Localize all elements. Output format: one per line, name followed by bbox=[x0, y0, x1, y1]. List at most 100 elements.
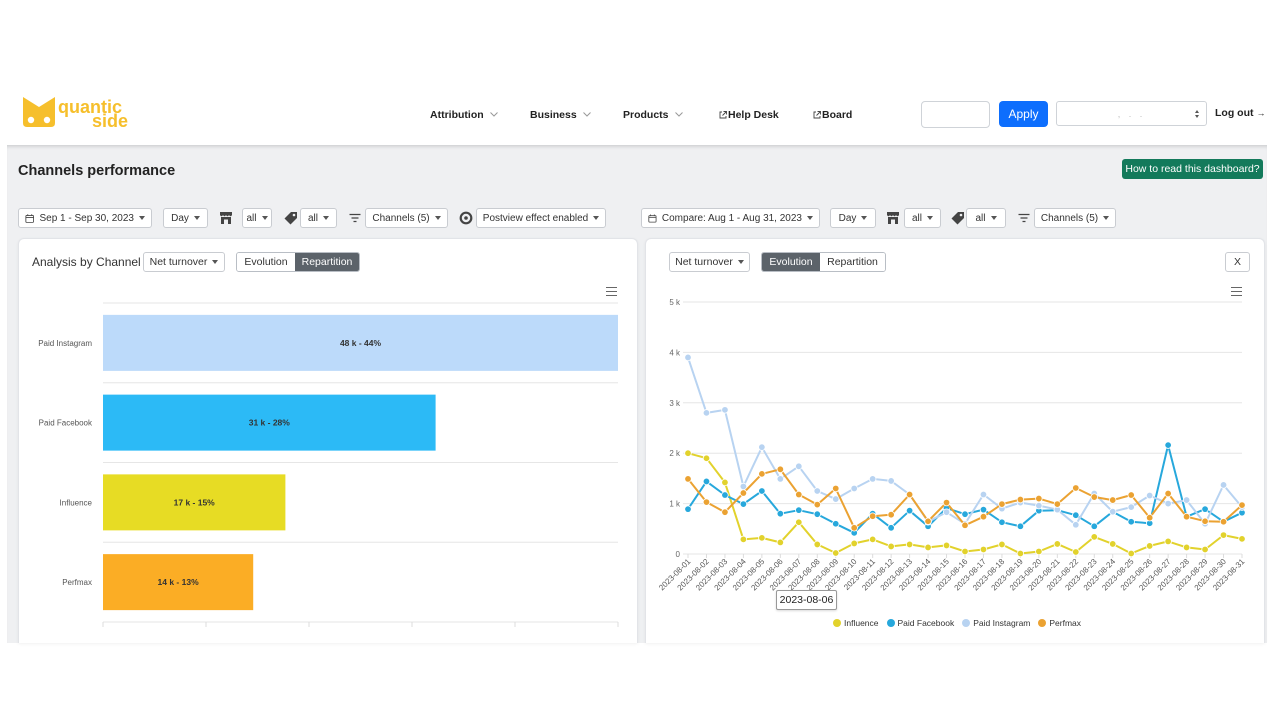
data-point-influence bbox=[1072, 548, 1080, 556]
legend-item-perfmax[interactable]: Perfmax bbox=[1038, 618, 1081, 628]
caret-down-icon bbox=[434, 216, 441, 220]
nav-board[interactable]: Board bbox=[813, 107, 852, 122]
nav-business[interactable]: Business bbox=[530, 107, 591, 122]
data-point-influence bbox=[961, 547, 969, 556]
channels-select[interactable]: Channels (5) bbox=[365, 208, 448, 228]
data-point-paid-instagram bbox=[1164, 499, 1172, 508]
data-point-paid-facebook bbox=[758, 487, 766, 495]
filter-icon bbox=[1018, 213, 1030, 223]
data-label: 31 k - 28% bbox=[249, 418, 291, 428]
data-point-influence bbox=[721, 478, 729, 487]
compare-date-range-label: Compare: Aug 1 - Aug 31, 2023 bbox=[661, 212, 802, 224]
data-point-influence bbox=[887, 542, 895, 551]
data-point-influence bbox=[998, 540, 1006, 549]
category-label: Perfmax bbox=[62, 578, 92, 587]
caret-down-icon bbox=[927, 216, 933, 220]
nav-products-label: Products bbox=[623, 108, 669, 121]
data-point-perfmax bbox=[721, 508, 729, 516]
data-point-paid-instagram bbox=[1219, 481, 1228, 489]
data-point-perfmax bbox=[702, 498, 711, 506]
arrow-right-icon: → bbox=[1256, 108, 1266, 118]
compare-channels-select[interactable]: Channels (5) bbox=[1034, 208, 1116, 228]
legend-item-paid-facebook[interactable]: Paid Facebook bbox=[886, 618, 954, 628]
compare-store-label: all bbox=[911, 212, 922, 224]
caret-down-icon bbox=[737, 260, 744, 264]
granularity-select[interactable]: Day bbox=[163, 208, 208, 228]
compare-view-toggle: Evolution Repartition bbox=[761, 252, 886, 272]
close-compare-button[interactable]: X bbox=[1225, 252, 1250, 272]
caret-down-icon bbox=[323, 216, 329, 220]
logo[interactable]: quantic side bbox=[22, 96, 132, 131]
apply-button[interactable]: Apply bbox=[999, 101, 1048, 127]
data-point-perfmax bbox=[795, 490, 803, 499]
data-point-paid-facebook bbox=[1072, 511, 1080, 519]
data-point-paid-facebook bbox=[832, 520, 840, 528]
compare-metric-select[interactable]: Net turnover bbox=[669, 252, 750, 272]
data-point-perfmax bbox=[924, 517, 932, 525]
data-point-perfmax bbox=[1145, 514, 1154, 522]
data-point-paid-instagram bbox=[776, 475, 785, 483]
logo-text-line2: side bbox=[92, 111, 128, 130]
data-point-perfmax bbox=[758, 470, 766, 478]
header-text-input[interactable] bbox=[921, 101, 990, 128]
toggle-repartition[interactable]: Repartition bbox=[295, 253, 359, 271]
compare-granularity-select[interactable]: Day bbox=[830, 208, 876, 228]
filter-icon bbox=[349, 213, 361, 223]
nav-help-desk[interactable]: Help Desk bbox=[719, 107, 779, 122]
channels-label: Channels (5) bbox=[372, 212, 430, 224]
metric-select[interactable]: Net turnover bbox=[143, 252, 225, 272]
tag-label: all bbox=[307, 212, 318, 224]
how-to-read-button[interactable]: How to read this dashboard? bbox=[1122, 159, 1263, 179]
tag-select[interactable]: all bbox=[300, 208, 337, 228]
data-point-paid-facebook bbox=[998, 518, 1006, 526]
data-point-paid-instagram bbox=[684, 353, 692, 362]
postview-select[interactable]: Postview effect enabled bbox=[476, 208, 606, 228]
compare-date-range-picker[interactable]: Compare: Aug 1 - Aug 31, 2023 bbox=[641, 208, 820, 228]
toggle-repartition[interactable]: Repartition bbox=[820, 253, 885, 271]
store-label: all bbox=[246, 212, 257, 224]
toggle-evolution[interactable]: Evolution bbox=[237, 253, 295, 271]
legend-label: Perfmax bbox=[1049, 618, 1082, 628]
data-point-paid-instagram bbox=[887, 477, 895, 485]
caret-down-icon bbox=[807, 216, 813, 220]
data-label: 14 k - 13% bbox=[158, 577, 200, 587]
data-point-perfmax bbox=[961, 521, 969, 529]
data-point-paid-instagram bbox=[1109, 507, 1117, 516]
nav-business-label: Business bbox=[530, 108, 577, 121]
data-point-paid-instagram bbox=[739, 482, 748, 491]
nav-help-desk-label: Help Desk bbox=[728, 108, 779, 121]
compare-store-select[interactable]: all bbox=[904, 208, 941, 228]
metric-label: Net turnover bbox=[149, 256, 208, 268]
account-select[interactable]: , . . bbox=[1056, 101, 1207, 126]
nav-attribution[interactable]: Attribution bbox=[430, 107, 498, 122]
data-point-influence bbox=[813, 540, 821, 549]
legend-item-influence[interactable]: Influence bbox=[833, 618, 879, 628]
compare-tag-select[interactable]: all bbox=[966, 208, 1006, 228]
chevron-down-icon bbox=[582, 112, 591, 117]
store-icon bbox=[887, 212, 899, 224]
legend-item-paid-instagram[interactable]: Paid Instagram bbox=[962, 618, 1030, 628]
data-point-perfmax bbox=[887, 510, 895, 519]
nav-products[interactable]: Products bbox=[623, 107, 683, 122]
compare-metric-label: Net turnover bbox=[675, 256, 733, 268]
series-line-paid-facebook bbox=[687, 444, 1243, 534]
toggle-evolution[interactable]: Evolution bbox=[762, 253, 820, 271]
compare-granularity-label: Day bbox=[838, 212, 857, 224]
data-point-influence bbox=[1145, 542, 1154, 550]
data-point-perfmax bbox=[1109, 496, 1117, 504]
category-label: Paid Facebook bbox=[39, 419, 93, 428]
data-point-paid-facebook bbox=[905, 506, 914, 515]
store-icon bbox=[220, 212, 232, 224]
logout-link[interactable]: Log out → bbox=[1215, 107, 1265, 119]
data-point-influence bbox=[739, 535, 748, 544]
postview-label: Postview effect enabled bbox=[482, 212, 589, 224]
y-tick-label: 2 k bbox=[669, 449, 681, 458]
data-point-paid-facebook bbox=[721, 491, 729, 499]
store-select[interactable]: all bbox=[242, 208, 272, 228]
y-tick-label: 5 k bbox=[669, 298, 681, 307]
y-tick-label: 4 k bbox=[669, 348, 681, 357]
data-point-perfmax bbox=[998, 500, 1006, 508]
date-range-picker[interactable]: Sep 1 - Sep 30, 2023 bbox=[18, 208, 152, 228]
data-point-paid-facebook bbox=[1016, 522, 1025, 530]
caret-down-icon bbox=[861, 216, 868, 220]
